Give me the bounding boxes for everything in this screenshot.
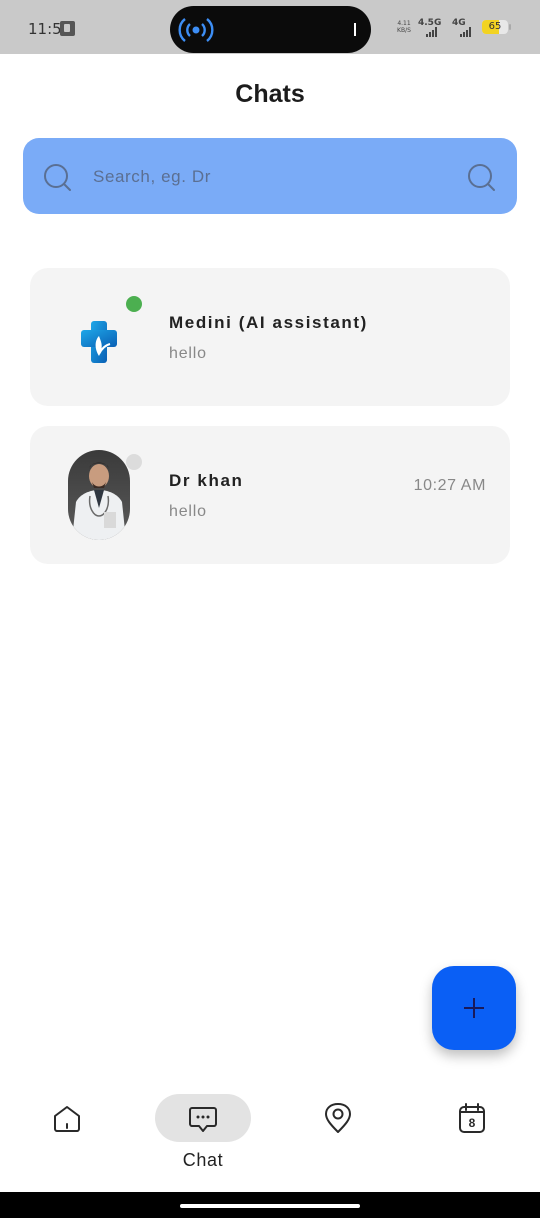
page-title: Chats (235, 80, 305, 108)
dynamic-island (170, 6, 371, 53)
chat-name: Dr khan (169, 471, 244, 490)
broadcast-icon (178, 18, 214, 42)
app-notification-icon (60, 21, 75, 36)
chat-preview: hello (169, 503, 207, 520)
avatar (68, 450, 142, 540)
new-chat-button[interactable] (432, 966, 516, 1050)
medical-cross-logo-icon (81, 321, 117, 363)
search-bar[interactable] (23, 138, 517, 214)
home-icon (54, 1106, 80, 1132)
network-speed: 4.11 KB/S (396, 20, 412, 34)
online-indicator (126, 296, 142, 312)
chat-list-item[interactable]: Dr khan hello 10:27 AM (30, 426, 510, 564)
chat-icon (189, 1107, 217, 1132)
doctor-photo (68, 450, 130, 540)
chat-preview: hello (169, 345, 207, 362)
status-indicators: 4.11 KB/S 4.5G 4G 65 (396, 18, 516, 38)
network-speed-unit: KB/S (397, 27, 411, 34)
chat-name: Medini (AI assistant) (169, 313, 368, 332)
offline-indicator (126, 454, 142, 470)
system-gesture-area (0, 1192, 540, 1218)
recording-indicator (354, 23, 356, 36)
signal-icon: 4G (452, 18, 478, 38)
chat-list-item[interactable]: Medini (AI assistant) hello (30, 268, 510, 406)
calendar-day-badge: 8 (469, 1116, 476, 1130)
search-icon[interactable] (467, 163, 497, 193)
signal-icon: 4.5G (418, 18, 444, 38)
nav-item-chat[interactable]: Chat (155, 1094, 251, 1174)
nav-item-location[interactable] (290, 1094, 386, 1174)
avatar (68, 292, 142, 382)
bottom-navigation: Chat 8 (0, 1080, 540, 1192)
search-input[interactable] (93, 162, 453, 192)
home-gesture-handle[interactable] (180, 1204, 360, 1208)
network-speed-value: 4.11 (397, 20, 411, 27)
nav-item-calendar[interactable]: 8 (424, 1094, 520, 1174)
nav-label-chat: Chat (182, 1150, 224, 1170)
battery-icon: 65 (482, 20, 508, 34)
status-bar: 11:54 4.11 KB/S 4.5G 4G 65 (0, 0, 540, 54)
nav-item-home[interactable] (19, 1094, 115, 1174)
chat-timestamp: 10:27 AM (413, 477, 486, 494)
battery-level: 65 (488, 21, 502, 32)
plus-icon (464, 998, 484, 1018)
location-pin-icon (325, 1103, 351, 1133)
search-icon[interactable] (43, 163, 73, 193)
calendar-icon: 8 (459, 1103, 485, 1133)
battery-tip (509, 24, 511, 30)
